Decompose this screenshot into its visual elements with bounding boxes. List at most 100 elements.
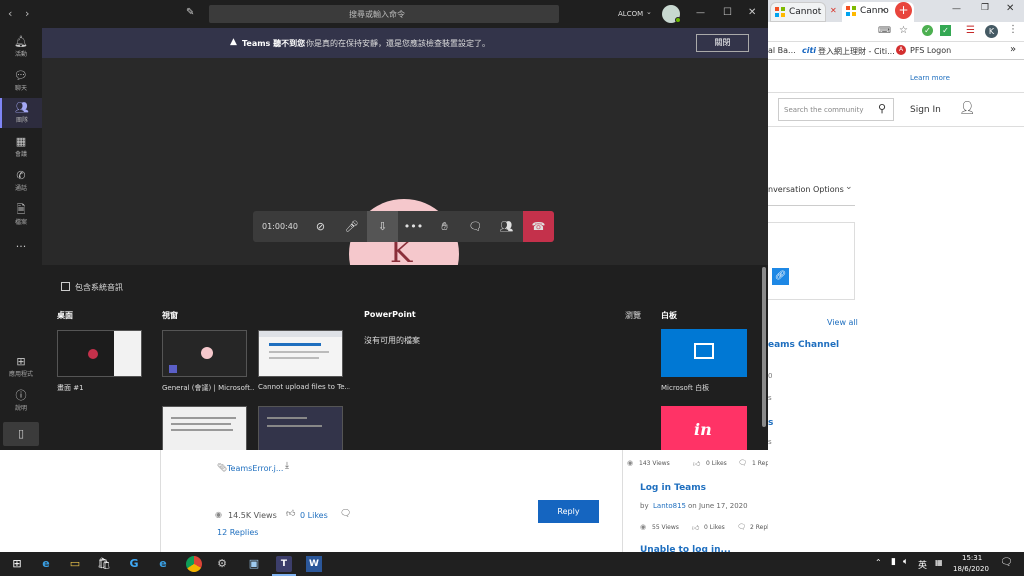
link-button[interactable]: 🔗︎ [772, 268, 789, 285]
raise-hand-button[interactable]: ✋︎ [429, 211, 460, 242]
org-name[interactable]: ALCOM [618, 10, 643, 18]
device-icon[interactable]: ▯ [3, 422, 39, 446]
post-author[interactable]: Lanto815 [653, 502, 686, 510]
rail-item-teams[interactable]: 👥︎ 團隊 [0, 98, 42, 128]
related-post-title[interactable]: s [768, 418, 773, 428]
forward-arrow-icon[interactable]: › [25, 7, 29, 20]
sign-in-link[interactable]: Sign In [910, 105, 941, 115]
ime-indicator[interactable]: 英 [918, 558, 927, 571]
share-tray-scrollbar[interactable] [762, 267, 766, 427]
tray-overflow-icon[interactable]: ⌃ [875, 558, 882, 567]
extension-check-icon[interactable]: ✓ [922, 25, 933, 36]
browser-tab[interactable]: Cannot [770, 2, 826, 22]
user-icon[interactable]: 👤︎ [959, 101, 976, 116]
close-tab-icon[interactable]: ✕ [880, 6, 887, 15]
teams-search-input[interactable]: 搜尋或輸入命令 [349, 9, 405, 20]
browser-menu-icon[interactable]: ⋮ [1008, 24, 1018, 35]
desktop-thumbnail[interactable] [57, 330, 142, 377]
steam-icon[interactable]: ⚙ [214, 556, 230, 572]
conversation-options[interactable]: nversation Options ⌄ [768, 176, 855, 206]
back-arrow-icon[interactable]: ‹ [8, 7, 12, 20]
bookmark-item[interactable]: PFS Logon [910, 46, 951, 55]
rail-item-apps[interactable]: ⊞ 應用程式 [0, 352, 42, 382]
store-icon[interactable]: 🛍︎ [96, 556, 112, 572]
ie-icon[interactable]: e [155, 556, 171, 572]
window-thumbnail[interactable] [162, 406, 247, 450]
g-app-icon[interactable]: G [126, 556, 142, 572]
close-tab-icon[interactable]: ✕ [830, 6, 837, 15]
window-minimize-icon[interactable]: — [952, 4, 961, 14]
include-sound-checkbox[interactable] [61, 282, 70, 291]
banner-close-button[interactable]: 關閉 [696, 34, 749, 52]
edge-icon[interactable]: e [38, 556, 54, 572]
network-icon[interactable]: ▮ [891, 557, 896, 567]
microphone-button[interactable]: 🎤︎ [336, 211, 367, 242]
rail-item-calls[interactable]: ✆ 通話 [0, 166, 42, 196]
comment-icon[interactable]: 🗨︎ [340, 509, 351, 519]
window-close-icon[interactable]: ✕ [1006, 3, 1014, 14]
window-restore-icon[interactable]: ❐ [981, 3, 989, 13]
rail-item-files[interactable]: 🗎 檔案 [0, 200, 42, 230]
chevron-down-icon[interactable]: ⌄ [646, 8, 652, 16]
invision-tile[interactable]: in [661, 406, 747, 450]
clock-date[interactable]: 18/6/2020 [953, 565, 989, 573]
share-button[interactable]: ⇩ [367, 211, 398, 242]
call-control-bar: 01:00:40 ⊘ 🎤︎ ⇩ ••• ✋︎ 🗨︎ 👥︎ ☎ [253, 211, 554, 242]
rail-item-more[interactable]: ... [0, 234, 42, 264]
close-icon[interactable]: ✕ [748, 7, 756, 18]
related-post-title[interactable]: eams Channel [768, 340, 839, 350]
camera-off-button[interactable]: ⊘ [305, 211, 336, 242]
powerpoint-header: PowerPoint [364, 310, 416, 319]
post-likes: 0 Likes [704, 524, 725, 531]
browse-link[interactable]: 瀏覽 [625, 310, 641, 321]
attachment-link[interactable]: TeamsError.j... [227, 464, 283, 473]
bookmark-item[interactable]: al Ba... [768, 46, 796, 55]
teams-icon[interactable]: T [276, 556, 292, 572]
bookmark-item[interactable]: 登入網上理財 - Citi... [818, 46, 895, 57]
file-explorer-icon[interactable]: ▭ [67, 556, 83, 572]
chat-button[interactable]: 🗨︎ [460, 211, 491, 242]
site-header-divider [768, 92, 1024, 93]
word-icon[interactable]: W [306, 556, 322, 572]
learn-more-link[interactable]: Learn more [910, 74, 950, 82]
whiteboard-tile[interactable] [661, 329, 747, 377]
participants-button[interactable]: 👥︎ [491, 211, 522, 242]
windows-start-icon[interactable]: ⊞ [9, 556, 25, 572]
extension-green-check-icon[interactable]: ✓ [940, 25, 951, 36]
extension-list-icon[interactable]: ☰ [966, 25, 975, 36]
ime-mode-icon[interactable]: ▦ [935, 558, 943, 567]
thumbs-up-icon[interactable]: 👍︎ [286, 509, 295, 519]
replies-count[interactable]: 12 Replies [217, 528, 258, 537]
translate-icon[interactable]: ⌨ [878, 26, 891, 36]
window-thumbnail[interactable] [258, 330, 343, 377]
rail-item-activity[interactable]: 🔔︎ 活動 [0, 32, 42, 62]
search-icon[interactable]: ⚲ [878, 102, 886, 115]
rail-item-calendar[interactable]: ▦ 會議 [0, 132, 42, 162]
post-title[interactable]: Log in Teams [640, 483, 706, 493]
compose-icon[interactable]: ✎ [186, 7, 194, 18]
notifications-icon[interactable]: 🗨︎ [1000, 557, 1013, 568]
maximize-icon[interactable]: ☐ [723, 7, 732, 18]
rail-item-chat[interactable]: 💬︎ 聊天 [0, 66, 42, 96]
minimize-icon[interactable]: — [696, 8, 705, 18]
likes-count[interactable]: 0 Likes [300, 511, 328, 520]
clock-time[interactable]: 15:31 [962, 554, 982, 562]
more-actions-button[interactable]: ••• [398, 211, 429, 242]
download-icon[interactable]: ⤓ [285, 461, 289, 471]
reply-button[interactable]: Reply [538, 500, 599, 523]
search-input[interactable]: Search the community [784, 106, 863, 114]
view-all-link[interactable]: View all [827, 318, 858, 327]
window-thumbnail[interactable] [162, 330, 247, 377]
app-window-icon[interactable]: ▣ [246, 556, 262, 572]
rail-item-help[interactable]: ⓘ 說明 [0, 386, 42, 416]
volume-icon[interactable]: 🔈︎ [903, 557, 908, 567]
bookmarks-overflow-icon[interactable]: » [1010, 44, 1016, 55]
window-thumbnail[interactable] [258, 406, 343, 450]
profile-avatar[interactable]: K [985, 25, 998, 38]
bookmark-star-icon[interactable]: ☆ [899, 25, 908, 36]
teams-search-box[interactable]: 搜尋或輸入命令 [209, 5, 559, 23]
hang-up-button[interactable]: ☎ [523, 211, 554, 242]
community-search-box[interactable]: Search the community ⚲ [778, 98, 894, 121]
new-tab-button[interactable]: + [895, 2, 912, 19]
chrome-icon[interactable] [186, 556, 202, 572]
